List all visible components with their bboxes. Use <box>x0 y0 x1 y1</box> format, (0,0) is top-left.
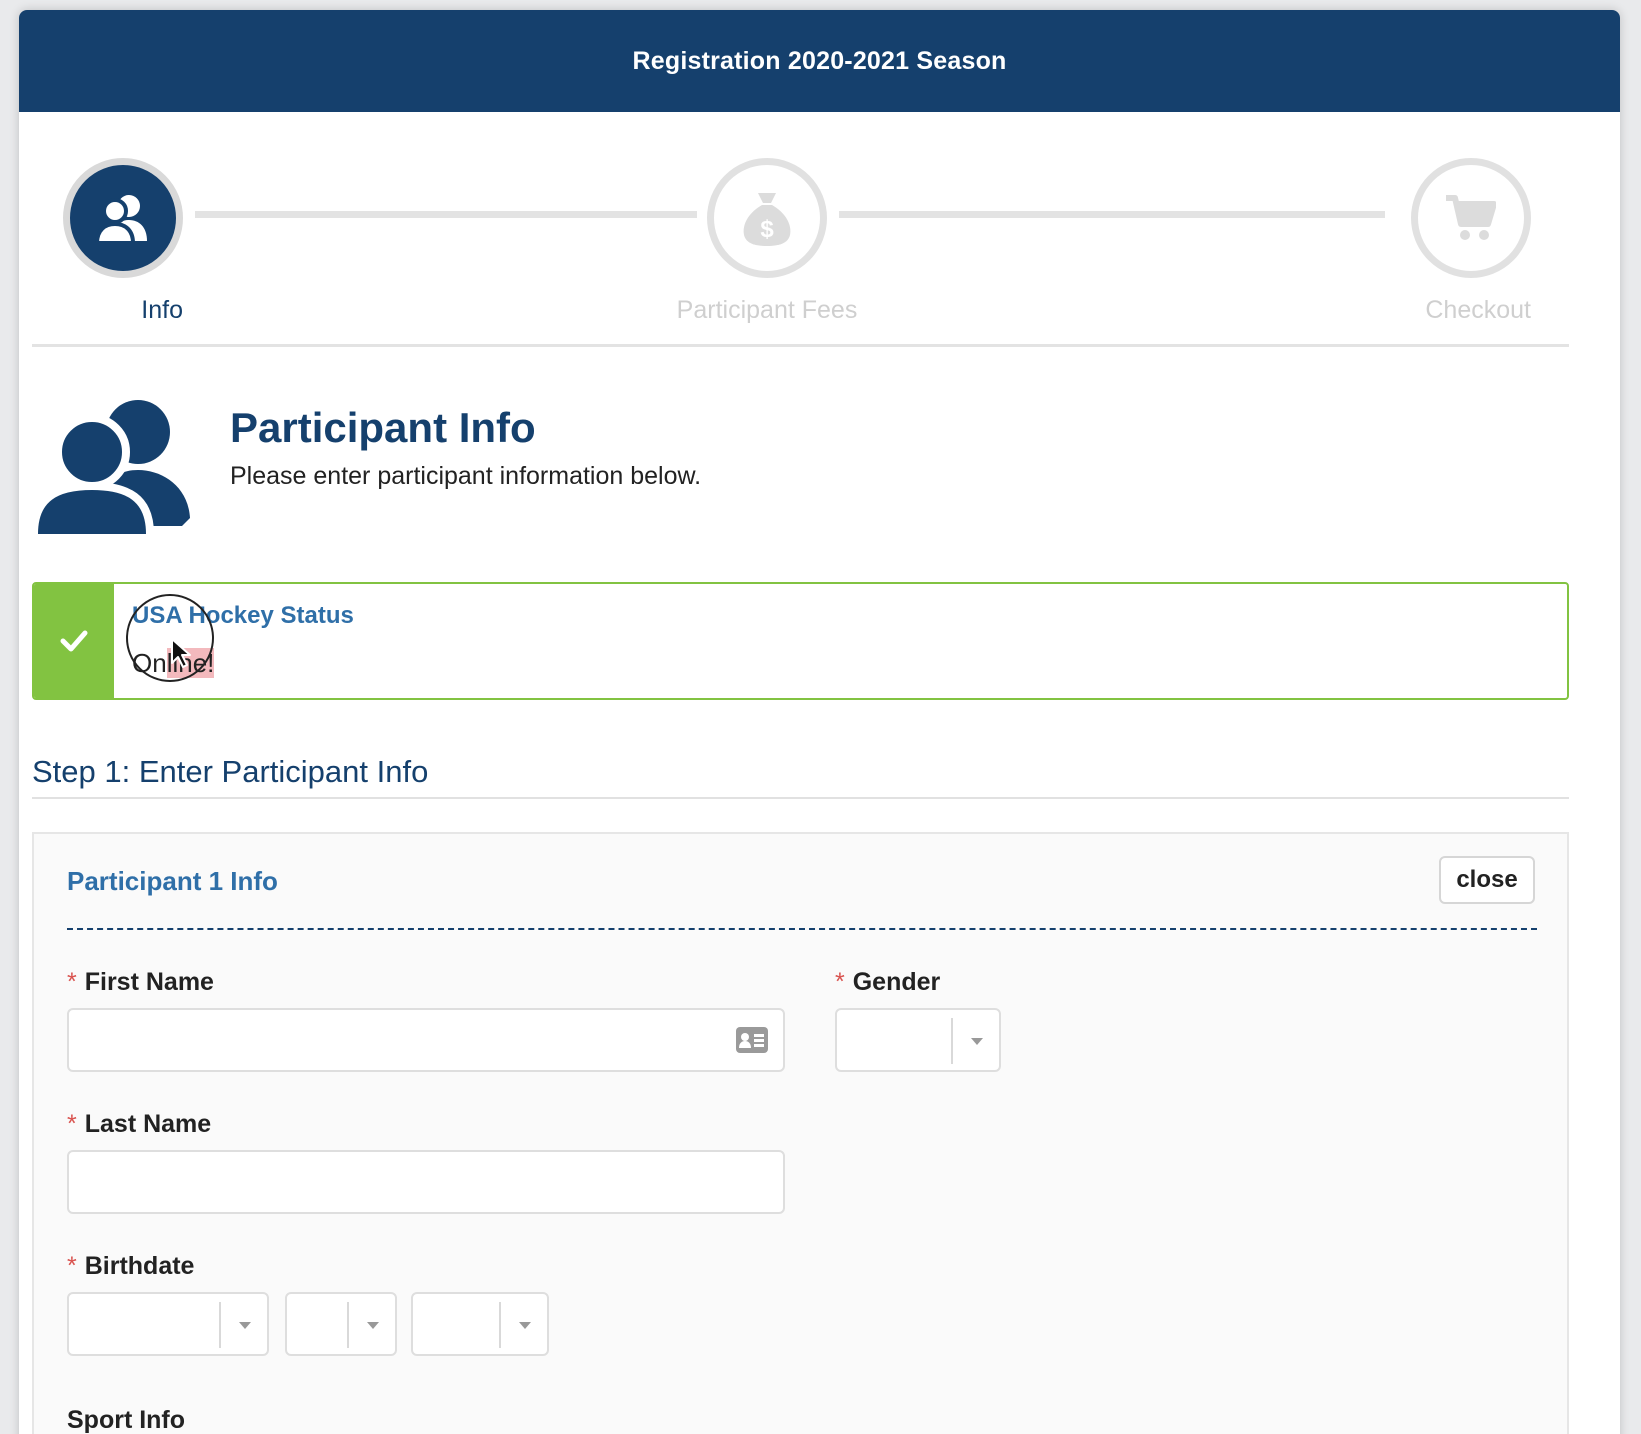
stepper-divider <box>32 344 1569 347</box>
last-name-field[interactable] <box>67 1150 785 1214</box>
panel-dashed-divider <box>67 928 1537 930</box>
birth-day-select[interactable] <box>285 1292 397 1356</box>
money-bag-icon: $ <box>743 193 791 246</box>
step-info-label: Info <box>141 296 183 324</box>
step-connector <box>839 211 1385 218</box>
step-participant-fees[interactable]: $ Participant Fees <box>677 158 857 325</box>
last-name-label-text: Last Name <box>84 1110 212 1138</box>
sport-info-heading: Sport Info <box>67 1406 186 1434</box>
step-info[interactable]: Info <box>63 158 183 325</box>
step-connector <box>195 211 697 218</box>
step-checkout-circle <box>1411 158 1531 278</box>
alert-status-bar <box>34 584 114 698</box>
mouse-cursor-icon <box>171 638 191 668</box>
last-name-label: * Last Name <box>67 1110 211 1139</box>
birthdate-label: * Birthdate <box>67 1252 194 1281</box>
step-checkout-label: Checkout <box>1425 296 1531 324</box>
first-name-label-text: First Name <box>84 968 214 996</box>
page-title: Participant Info <box>230 404 536 451</box>
birthdate-label-text: Birthdate <box>84 1252 195 1280</box>
svg-text:$: $ <box>760 216 774 243</box>
close-button[interactable]: close <box>1439 856 1535 904</box>
step1-heading: Step 1: Enter Participant Info <box>32 754 429 789</box>
select-separator <box>347 1302 349 1348</box>
birth-month-select[interactable] <box>67 1292 269 1356</box>
chevron-down-icon <box>239 1322 251 1329</box>
modal-title: Registration 2020-2021 Season <box>632 46 1007 75</box>
cart-icon <box>1446 195 1496 240</box>
gender-label: * Gender <box>835 968 940 997</box>
gender-label-text: Gender <box>852 968 941 996</box>
page-heading: Participant Info Please enter participan… <box>32 398 1569 548</box>
chevron-down-icon <box>519 1322 531 1329</box>
contact-card-icon[interactable] <box>735 1026 769 1054</box>
step-fees-label: Participant Fees <box>676 296 858 324</box>
check-icon <box>60 630 88 652</box>
required-marker: * <box>67 1110 77 1138</box>
participant-panel: Participant 1 Info close * First Name * Ge… <box>32 832 1569 1434</box>
participant-panel-title: Participant 1 Info <box>67 866 278 896</box>
birth-year-select[interactable] <box>411 1292 549 1356</box>
required-marker: * <box>67 1252 77 1280</box>
select-separator <box>951 1018 953 1064</box>
participants-icon <box>32 400 190 538</box>
select-separator <box>219 1302 221 1348</box>
required-marker: * <box>67 968 77 996</box>
step1-divider <box>32 797 1569 799</box>
first-name-field[interactable] <box>67 1008 785 1072</box>
modal-header: Registration 2020-2021 Season <box>19 10 1620 112</box>
step-checkout[interactable]: Checkout <box>1411 158 1531 325</box>
required-marker: * <box>835 968 845 996</box>
users-icon <box>95 195 147 243</box>
gender-select[interactable] <box>835 1008 1001 1072</box>
chevron-down-icon <box>367 1322 379 1329</box>
progress-stepper: Info $ Participant Fees Checkout <box>19 112 1620 362</box>
select-separator <box>499 1302 501 1348</box>
usa-hockey-status-alert: USA Hockey Status Online! <box>32 582 1569 700</box>
chevron-down-icon <box>971 1038 983 1045</box>
first-name-label: * First Name <box>67 968 214 997</box>
step-info-circle <box>63 158 183 278</box>
page-subtitle: Please enter participant information bel… <box>230 462 702 490</box>
step-fees-circle: $ <box>707 158 827 278</box>
